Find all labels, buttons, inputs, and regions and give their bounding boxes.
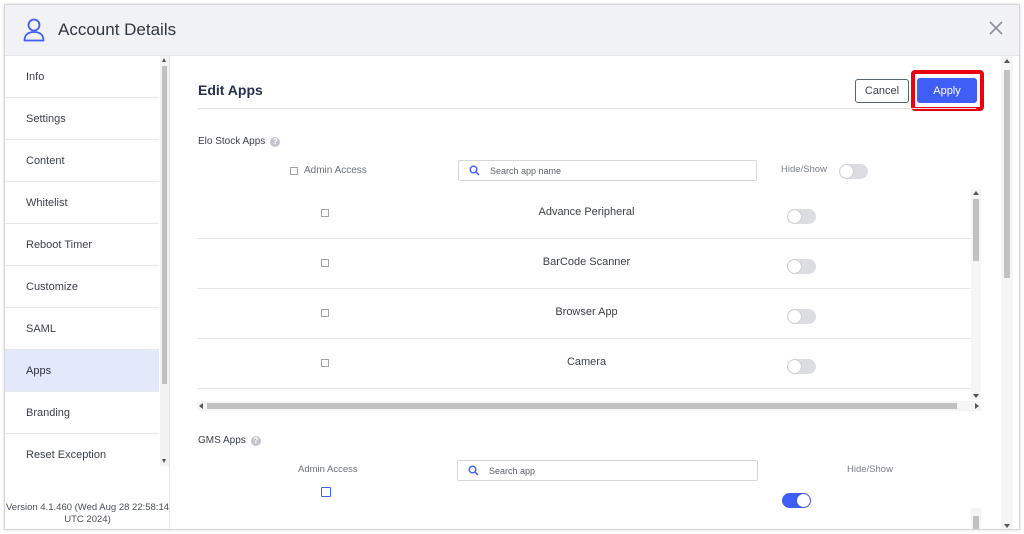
- hide-show-all-toggle[interactable]: [839, 164, 868, 179]
- scrollbar-thumb[interactable]: [973, 516, 979, 529]
- cancel-button[interactable]: Cancel: [855, 79, 909, 103]
- hide-show-toggle[interactable]: [787, 359, 816, 374]
- hide-show-toggle[interactable]: [787, 259, 816, 274]
- main-scrollbar[interactable]: [1001, 56, 1013, 529]
- sidebar-item-apps[interactable]: Apps: [5, 350, 159, 392]
- elo-section-label: Elo Stock Apps ?: [198, 136, 281, 147]
- admin-checkbox[interactable]: [321, 209, 329, 217]
- help-icon[interactable]: ?: [250, 435, 261, 446]
- elo-search-field[interactable]: [458, 160, 757, 181]
- gms-hide-show-label: Hide/Show: [847, 464, 893, 475]
- scroll-up-icon[interactable]: [162, 58, 166, 62]
- sidebar-item-label: Branding: [26, 406, 71, 419]
- sidebar-item-label: Whitelist: [26, 196, 68, 209]
- scroll-down-icon[interactable]: [973, 394, 979, 398]
- account-details-window: Account Details Info Settings Content Wh…: [4, 4, 1020, 530]
- search-input[interactable]: [490, 165, 690, 176]
- toggle-knob: [788, 310, 801, 323]
- scroll-down-icon[interactable]: [1004, 524, 1010, 528]
- sidebar-item-label: Info: [26, 70, 45, 83]
- sidebar-item-info[interactable]: Info: [5, 56, 159, 98]
- sidebar-item-reset-exception[interactable]: Reset Exception: [5, 434, 159, 466]
- toggle-knob: [788, 260, 801, 273]
- window-title: Account Details: [58, 20, 177, 39]
- sidebar-item-label: Reboot Timer: [26, 238, 93, 251]
- app-list-scrollbar[interactable]: [971, 189, 981, 400]
- table-row: Advance Peripheral: [197, 189, 971, 239]
- close-icon[interactable]: [985, 17, 1007, 39]
- title-bar: Account Details: [5, 5, 1019, 56]
- admin-access-checkbox[interactable]: [290, 166, 298, 175]
- gms-admin-access-checkbox[interactable]: [321, 487, 331, 497]
- scrollbar-thumb[interactable]: [162, 66, 167, 384]
- app-name: Camera: [566, 356, 607, 368]
- sidebar-nav: Info Settings Content Whitelist Reboot T…: [5, 56, 159, 466]
- sidebar-item-label: Customize: [26, 280, 78, 293]
- hide-show-label: Hide/Show: [781, 164, 827, 175]
- gms-search-field[interactable]: [457, 460, 758, 481]
- hide-show-toggle[interactable]: [787, 309, 816, 324]
- search-input[interactable]: [489, 465, 689, 476]
- app-list-horizontal-scrollbar[interactable]: [197, 401, 981, 411]
- toggle-knob: [788, 360, 801, 373]
- scrollbar-thumb[interactable]: [973, 199, 979, 261]
- sidebar-item-label: Apps: [26, 364, 52, 377]
- app-name: Advance Peripheral: [538, 206, 635, 218]
- sidebar-item-label: Reset Exception: [26, 448, 107, 461]
- admin-access-label: Admin Access: [304, 165, 367, 176]
- hide-show-toggle[interactable]: [787, 209, 816, 224]
- sidebar-item-whitelist[interactable]: Whitelist: [5, 182, 159, 224]
- sidebar-item-content[interactable]: Content: [5, 140, 159, 182]
- scroll-up-icon[interactable]: [973, 191, 979, 195]
- gms-list-scrollbar[interactable]: [971, 508, 981, 529]
- sidebar-item-label: Settings: [26, 112, 66, 125]
- scrollbar-thumb[interactable]: [207, 403, 957, 409]
- gms-hide-show-all-toggle[interactable]: [782, 493, 811, 508]
- toggle-knob: [840, 165, 853, 178]
- scrollbar-thumb[interactable]: [1004, 70, 1010, 278]
- gms-section-label: GMS Apps ?: [198, 435, 261, 446]
- table-row: BarCode Scanner: [197, 239, 971, 289]
- scroll-right-icon[interactable]: [975, 403, 979, 409]
- user-icon: [23, 18, 45, 42]
- sidebar: Info Settings Content Whitelist Reboot T…: [5, 56, 170, 529]
- scroll-left-icon[interactable]: [199, 403, 203, 409]
- scroll-up-icon[interactable]: [1004, 59, 1010, 63]
- sidebar-item-customize[interactable]: Customize: [5, 266, 159, 308]
- app-name: Browser App: [555, 306, 618, 318]
- sidebar-item-reboot-timer[interactable]: Reboot Timer: [5, 224, 159, 266]
- gms-admin-access-label: Admin Access: [298, 464, 358, 475]
- apply-highlight-box: [911, 70, 984, 111]
- sidebar-item-label: SAML: [26, 322, 56, 335]
- search-icon: [468, 465, 479, 476]
- admin-checkbox[interactable]: [321, 309, 329, 317]
- search-icon: [469, 165, 480, 176]
- sidebar-item-label: Content: [26, 154, 65, 167]
- table-row: Camera: [197, 339, 971, 389]
- admin-checkbox[interactable]: [321, 359, 329, 367]
- toggle-knob: [797, 494, 810, 507]
- divider: [198, 108, 976, 109]
- sidebar-item-settings[interactable]: Settings: [5, 98, 159, 140]
- sidebar-item-branding[interactable]: Branding: [5, 392, 159, 434]
- section-title: GMS Apps: [198, 435, 246, 446]
- section-title: Elo Stock Apps: [198, 136, 266, 147]
- sidebar-scrollbar[interactable]: [160, 56, 169, 466]
- toggle-knob: [788, 210, 801, 223]
- main-panel: Edit Apps Cancel Apply Elo Stock Apps ? …: [171, 56, 1001, 529]
- version-text: Version 4.1.460 (Wed Aug 28 22:58:14 UTC…: [5, 502, 170, 525]
- elo-admin-access[interactable]: Admin Access: [290, 165, 367, 176]
- help-icon[interactable]: ?: [270, 136, 281, 147]
- app-name: BarCode Scanner: [542, 256, 631, 268]
- page-title: Edit Apps: [198, 82, 263, 98]
- elo-app-list: Advance Peripheral BarCode Scanner Brows…: [197, 189, 971, 390]
- admin-checkbox[interactable]: [321, 259, 329, 267]
- sidebar-item-saml[interactable]: SAML: [5, 308, 159, 350]
- table-row: Browser App: [197, 289, 971, 339]
- scroll-down-icon[interactable]: [162, 459, 166, 463]
